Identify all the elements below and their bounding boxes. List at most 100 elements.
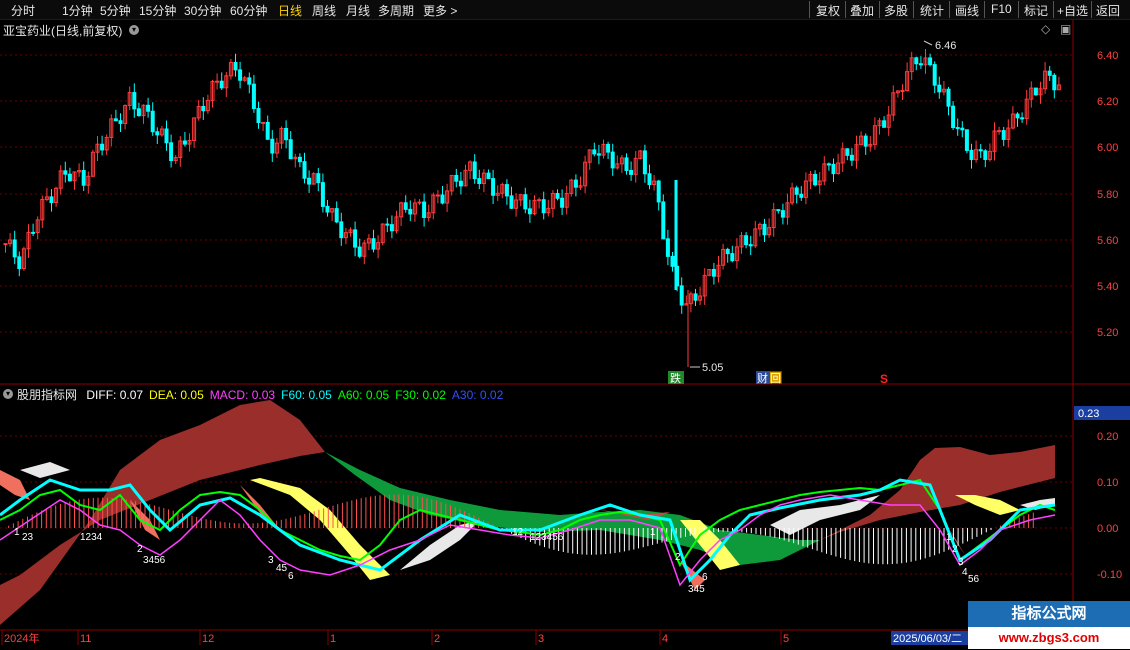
indicator-digit-label: 2	[675, 552, 681, 563]
candle-body	[918, 63, 923, 66]
event-marker-drop: 跌	[670, 371, 681, 385]
candle-body	[118, 120, 123, 124]
candle-body	[606, 143, 611, 153]
candle-body	[247, 77, 252, 85]
low-price-label: 5.05	[702, 362, 723, 374]
candle-body	[573, 179, 578, 188]
high-arrow	[923, 40, 933, 46]
indicator-digit-label: 45	[276, 563, 288, 574]
indicator-digit-label: 1	[946, 532, 952, 543]
event-marker-return: 回	[770, 372, 781, 385]
candle-body	[63, 170, 68, 175]
candle-body	[1015, 113, 1020, 119]
candle-body	[624, 157, 629, 171]
candle-body	[182, 140, 187, 145]
candle-body	[748, 244, 753, 247]
candle-body	[560, 197, 565, 208]
candle-body	[946, 88, 951, 107]
candle-body	[307, 177, 312, 185]
candle-body	[776, 209, 781, 212]
candle-body	[596, 153, 601, 156]
indicator-digit-label: 2	[137, 544, 143, 555]
time-axis-label: 3	[538, 633, 544, 645]
candle-body	[113, 118, 118, 122]
candle-body	[132, 92, 137, 110]
candle-body	[1052, 74, 1057, 91]
time-axis-label: 11	[80, 633, 91, 645]
long-term-band	[0, 400, 325, 625]
candle-body	[928, 57, 933, 66]
indicator-tick-label: 0.10	[1097, 477, 1118, 489]
candle-body	[537, 199, 542, 202]
indicator-tick-label: 0.20	[1097, 431, 1118, 443]
candle-body	[256, 107, 261, 124]
price-tick-label: 5.20	[1097, 327, 1118, 339]
candle-body	[642, 150, 647, 175]
candle-body	[164, 128, 169, 144]
candle-body	[100, 143, 105, 151]
candle-body	[831, 163, 836, 175]
candle-body	[555, 192, 560, 199]
event-marker-finance: 财	[757, 371, 768, 385]
candle-body	[882, 120, 887, 128]
candle-body	[251, 83, 256, 109]
price-tick-label: 5.60	[1097, 235, 1118, 247]
price-tick-label: 6.00	[1097, 142, 1118, 154]
candle-body	[417, 201, 422, 204]
candle-body	[49, 196, 54, 204]
candle-body	[656, 180, 661, 203]
chart-canvas: 6.40 6.20 6.00 5.80 5.60 5.40 5.20 6.46 5.05 跌 财回 S…	[0, 20, 1130, 645]
candle-body	[983, 150, 988, 160]
candle-body	[997, 130, 1002, 133]
candle-body	[81, 170, 86, 186]
candle-body	[316, 173, 321, 184]
indicator-digit-label: 6	[702, 572, 708, 583]
candle-body	[435, 194, 440, 197]
candle-body	[385, 223, 390, 226]
time-axis-label: 5	[783, 633, 789, 645]
candle-body	[17, 256, 22, 270]
candle-body	[31, 231, 36, 234]
current-value-label: 0.23	[1078, 408, 1099, 420]
candle-body	[762, 223, 767, 236]
indicator-digit-label: 2	[952, 544, 958, 555]
candle-body	[150, 110, 155, 133]
candle-body	[408, 208, 413, 215]
candle-body	[960, 127, 965, 131]
candle-body	[592, 149, 597, 155]
short-term-band	[955, 495, 1020, 515]
candle-body	[900, 89, 905, 92]
candle-body	[813, 173, 818, 186]
candle-body	[458, 180, 463, 187]
candle-body	[155, 131, 160, 136]
candle-body	[610, 151, 615, 169]
candle-body	[670, 255, 675, 267]
high-price-label: 6.46	[935, 40, 956, 52]
candle-body	[647, 173, 652, 186]
candle-body	[219, 80, 224, 89]
candle-body	[849, 154, 854, 161]
candle-body	[389, 224, 394, 232]
candle-body	[541, 199, 546, 214]
candle-body	[744, 235, 749, 246]
candle-body	[486, 172, 491, 180]
candle-body	[320, 182, 325, 207]
candle-body	[325, 205, 330, 213]
event-marker-sell: S	[880, 372, 888, 386]
candle-body	[233, 61, 238, 71]
candle-body	[1020, 117, 1025, 120]
indicator-digit-label: 23	[22, 532, 34, 543]
candle-body	[845, 148, 850, 156]
candle-body	[238, 69, 243, 81]
candle-body	[951, 105, 956, 129]
indicator-tick-label: -0.10	[1097, 569, 1122, 581]
indicator-tick-label: 0.00	[1097, 523, 1118, 535]
candle-body	[711, 268, 716, 277]
candle-body	[440, 194, 445, 204]
candle-body	[3, 243, 8, 246]
candle-body	[169, 142, 174, 162]
indicator-digit-label: 3	[268, 555, 274, 566]
candle-body	[472, 161, 477, 180]
candle-body	[725, 248, 730, 255]
candle-body	[284, 127, 289, 141]
